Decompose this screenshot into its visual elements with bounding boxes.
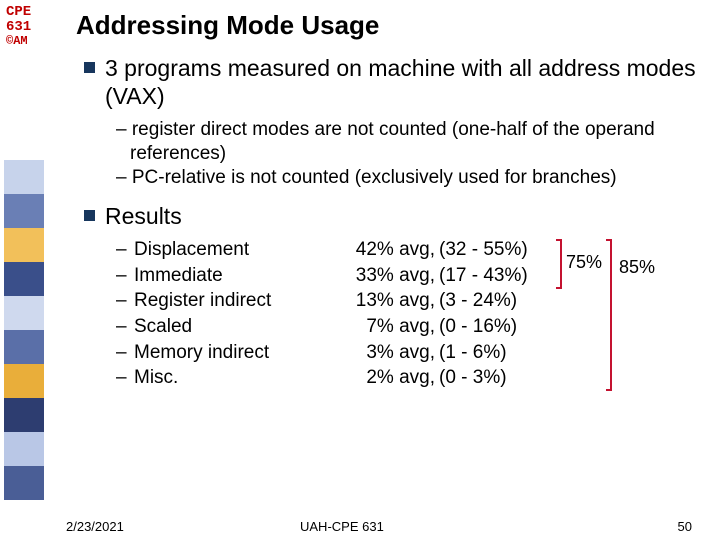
footer-page: 50 xyxy=(678,519,692,534)
mode-range: (32 - 55%) xyxy=(439,237,549,263)
sub-list-1: – register direct modes are not counted … xyxy=(116,118,706,189)
mode-avg: 3% avg, xyxy=(339,340,439,366)
course-line1: CPE xyxy=(6,4,31,20)
mode-range: (0 - 16%) xyxy=(439,314,549,340)
result-row: – Displacement 42% avg, (32 - 55%) xyxy=(116,237,706,263)
result-row: – Misc. 2% avg, (0 - 3%) xyxy=(116,365,706,391)
result-row: – Memory indirect 3% avg, (1 - 6%) xyxy=(116,340,706,366)
square-bullet-icon xyxy=(84,210,95,221)
footer-center: UAH-CPE 631 xyxy=(300,519,384,534)
bullet-text: 3 programs measured on machine with all … xyxy=(105,55,706,110)
course-line3: ©AM xyxy=(6,34,28,48)
bullet-main-2: Results xyxy=(84,203,706,231)
mode-name: Register indirect xyxy=(134,288,339,314)
slide-title: Addressing Mode Usage xyxy=(76,10,706,41)
dash-icon: – xyxy=(116,314,134,340)
dash-icon: – xyxy=(116,288,134,314)
mode-avg: 33% avg, xyxy=(339,263,439,289)
decorative-stripe xyxy=(4,160,44,500)
course-code: CPE 631 ©AM xyxy=(6,5,31,49)
result-row: – Register indirect 13% avg, (3 - 24%) xyxy=(116,288,706,314)
mode-name: Displacement xyxy=(134,237,339,263)
bullet-text: Results xyxy=(105,203,182,231)
mode-range: (0 - 3%) xyxy=(439,365,549,391)
mode-name: Immediate xyxy=(134,263,339,289)
mode-range: (1 - 6%) xyxy=(439,340,549,366)
sub-item: – PC-relative is not counted (exclusivel… xyxy=(116,166,706,190)
result-row: – Immediate 33% avg, (17 - 43%) xyxy=(116,263,706,289)
slide-content: Addressing Mode Usage 3 programs measure… xyxy=(76,10,706,391)
bracket-85-icon xyxy=(606,239,612,391)
mode-range: (17 - 43%) xyxy=(439,263,549,289)
dash-icon: – xyxy=(116,263,134,289)
square-bullet-icon xyxy=(84,62,95,73)
pct-75-label: 75% xyxy=(566,252,602,273)
footer-date: 2/23/2021 xyxy=(66,519,124,534)
sub-item-text: PC-relative is not counted (exclusively … xyxy=(132,167,617,188)
mode-avg: 13% avg, xyxy=(339,288,439,314)
bracket-75-icon xyxy=(556,239,562,289)
dash-icon: – xyxy=(116,365,134,391)
sub-item: – register direct modes are not counted … xyxy=(116,118,706,166)
result-row: – Scaled 7% avg, (0 - 16%) xyxy=(116,314,706,340)
pct-85-label: 85% xyxy=(619,257,655,278)
mode-avg: 7% avg, xyxy=(339,314,439,340)
dash-icon: – xyxy=(116,237,134,263)
mode-name: Misc. xyxy=(134,365,339,391)
sub-item-text: register direct modes are not counted (o… xyxy=(130,119,655,164)
bullet-main-1: 3 programs measured on machine with all … xyxy=(84,55,706,110)
course-line2: 631 xyxy=(6,19,31,35)
dash-icon: – xyxy=(116,340,134,366)
mode-range: (3 - 24%) xyxy=(439,288,549,314)
mode-avg: 2% avg, xyxy=(339,365,439,391)
results-table: – Displacement 42% avg, (32 - 55%) – Imm… xyxy=(116,237,706,391)
mode-avg: 42% avg, xyxy=(339,237,439,263)
sidebar: CPE 631 ©AM xyxy=(0,0,48,540)
mode-name: Scaled xyxy=(134,314,339,340)
mode-name: Memory indirect xyxy=(134,340,339,366)
